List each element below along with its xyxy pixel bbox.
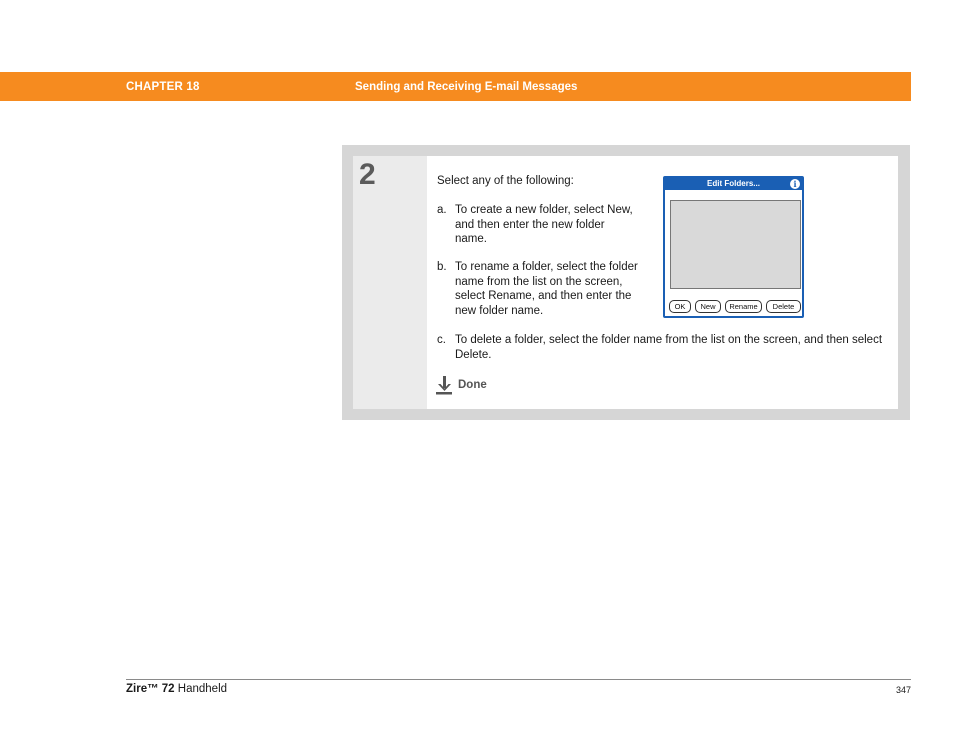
item-c-text: To delete a folder, select the folder na… bbox=[455, 334, 883, 361]
product-brand: Zire™ 72 bbox=[126, 683, 175, 695]
item-c-letter: c. bbox=[437, 334, 446, 346]
footer-rule bbox=[126, 679, 911, 680]
item-a-letter: a. bbox=[437, 204, 447, 216]
item-b-letter: b. bbox=[437, 261, 447, 273]
delete-button[interactable]: Delete bbox=[766, 300, 801, 313]
new-button[interactable]: New bbox=[695, 300, 721, 313]
step-intro: Select any of the following: bbox=[437, 175, 574, 187]
down-arrow-icon bbox=[436, 376, 452, 395]
ok-button[interactable]: OK bbox=[669, 300, 691, 313]
chapter-title: Sending and Receiving E-mail Messages bbox=[355, 81, 578, 93]
footer-product: Zire™ 72 Handheld bbox=[126, 683, 227, 695]
step-number-panel bbox=[353, 156, 427, 409]
item-a-text: To create a new folder, select New, and … bbox=[455, 204, 633, 246]
folder-list[interactable] bbox=[670, 200, 801, 289]
rename-button[interactable]: Rename bbox=[725, 300, 762, 313]
product-suffix: Handheld bbox=[177, 683, 228, 695]
step-number: 2 bbox=[359, 158, 376, 191]
edit-folders-dialog: Edit Folders... i OK New Rename Delete bbox=[663, 176, 804, 318]
chapter-label: CHAPTER 18 bbox=[126, 81, 200, 93]
dialog-title: Edit Folders... bbox=[707, 179, 760, 188]
done-label: Done bbox=[458, 379, 487, 391]
page-number: 347 bbox=[895, 685, 911, 695]
item-b-text: To rename a folder, select the folder na… bbox=[455, 261, 638, 317]
info-icon[interactable]: i bbox=[790, 179, 800, 189]
